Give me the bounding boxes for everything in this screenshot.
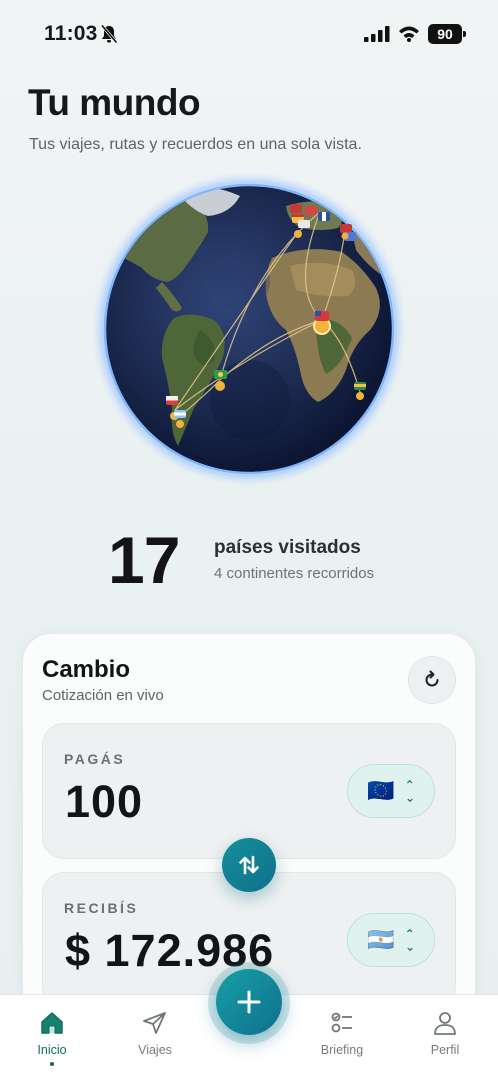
countries-label: países visitados [214,537,361,558]
refresh-icon [425,670,439,687]
send-icon [143,1012,166,1034]
refresh-button[interactable] [408,656,456,704]
tab-perfil[interactable]: Perfil [405,1009,485,1057]
swap-currency-button[interactable] [222,838,276,892]
pay-amount[interactable]: 100 [65,776,143,828]
page-subtitle: Tus viajes, rutas y recuerdos en una sol… [29,136,362,153]
tab-viajes-label: Viajes [138,1043,172,1057]
chevron-updown-icon: ⌃ ⌃ [404,927,415,953]
receive-label: RECIBÍS [64,900,139,916]
world-globe[interactable] [90,170,408,488]
exchange-subtitle: Cotización en vivo [42,687,164,704]
home-icon [41,1012,63,1034]
swap-icon [239,855,259,875]
active-indicator [50,1062,54,1066]
bell-off-icon [100,24,118,44]
tab-perfil-label: Perfil [430,1043,460,1057]
wifi-icon [399,26,419,42]
tab-inicio[interactable]: Inicio [12,1009,92,1066]
ar-flag-icon: 🇦🇷 [367,927,395,952]
add-button[interactable] [216,969,282,1035]
tab-viajes[interactable]: Viajes [115,1009,195,1057]
receive-currency-select[interactable]: 🇦🇷 ⌃ ⌃ [347,913,435,967]
continents-label: 4 continentes recorridos [214,565,375,582]
pay-currency-select[interactable]: 🇪🇺 ⌃ ⌃ [347,764,435,818]
chevron-updown-icon: ⌃ ⌃ [404,778,415,804]
exchange-title: Cambio [42,656,131,683]
countries-count: 17 [108,523,180,597]
signal-icon [364,26,390,42]
user-icon [434,1012,456,1035]
pay-label: PAGÁS [64,751,126,767]
page-title: Tu mundo [28,82,201,123]
status-bar: 11:03 90 [0,0,498,60]
tab-inicio-label: Inicio [37,1043,67,1057]
eu-flag-icon: 🇪🇺 [367,778,395,803]
status-time: 11:03 [44,22,98,45]
tab-briefing-label: Briefing [320,1043,364,1057]
tab-briefing[interactable]: Briefing [302,1009,382,1057]
checklist-icon [331,1012,352,1033]
battery-indicator: 90 [428,24,466,44]
plus-icon [237,990,261,1014]
